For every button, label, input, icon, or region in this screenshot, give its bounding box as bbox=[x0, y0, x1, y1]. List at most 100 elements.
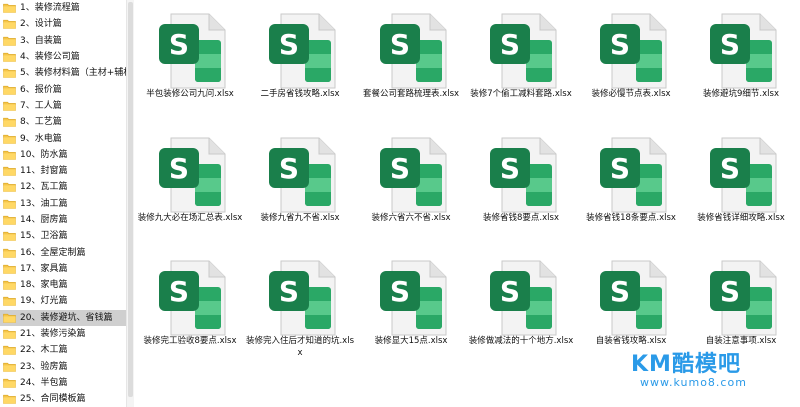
file-item[interactable]: S 装修省钱详细攻略.xlsx bbox=[685, 124, 795, 240]
folder-icon bbox=[3, 68, 16, 79]
file-item[interactable]: S 装修7个偷工减料套路.xlsx bbox=[465, 0, 575, 116]
sidebar-folder-item[interactable]: 24、半包篇 bbox=[0, 375, 126, 391]
sidebar-folder-item[interactable]: 22、木工篇 bbox=[0, 342, 126, 358]
svg-text:S: S bbox=[390, 152, 410, 185]
file-item[interactable]: S 装修避坑9细节.xlsx bbox=[685, 0, 795, 116]
file-name-label: 装修省钱详细攻略.xlsx bbox=[697, 213, 785, 223]
folder-icon bbox=[3, 134, 16, 144]
sidebar-folder-item[interactable]: 12、瓦工篇 bbox=[0, 179, 126, 195]
svg-text:S: S bbox=[500, 275, 520, 308]
file-item[interactable]: S 装修显大15点.xlsx bbox=[355, 247, 465, 363]
file-name-label: 装修避坑9细节.xlsx bbox=[703, 89, 779, 99]
svg-text:S: S bbox=[500, 28, 520, 61]
sidebar-folder-item[interactable]: 23、验房篇 bbox=[0, 359, 126, 375]
spreadsheet-file-icon: S bbox=[378, 259, 448, 337]
sidebar-folder-item[interactable]: 7、工人篇 bbox=[0, 98, 126, 114]
sidebar-folder-label: 24、半包篇 bbox=[20, 377, 68, 388]
sidebar-folder-item[interactable]: 25、合同模板篇 bbox=[0, 391, 126, 407]
svg-text:S: S bbox=[610, 28, 630, 61]
sidebar-folder-item[interactable]: 2、设计篇 bbox=[0, 16, 126, 32]
sidebar-folder-item[interactable]: 20、装修避坑、省钱篇 bbox=[0, 309, 126, 326]
folder-list: 1、装修流程篇 2、设计篇 3、自装篇 4、装修公司篇 5、装修材料篇（主材+辅材） 6、… bbox=[0, 0, 126, 407]
sidebar-folder-item[interactable]: 5、装修材料篇（主材+辅材） bbox=[0, 65, 126, 81]
folder-icon bbox=[3, 345, 16, 356]
sidebar-folder-label: 22、木工篇 bbox=[20, 345, 68, 356]
sidebar-folder-item[interactable]: 8、工艺篇 bbox=[0, 114, 126, 130]
sidebar-folder-item[interactable]: 10、防水篇 bbox=[0, 147, 126, 163]
spreadsheet-file-icon: S bbox=[598, 12, 668, 90]
file-item[interactable]: S 套餐公司套路梳理表.xlsx bbox=[355, 0, 465, 116]
spreadsheet-file-icon: S bbox=[378, 12, 448, 90]
sidebar-folder-label: 16、全屋定制篇 bbox=[20, 247, 86, 258]
sidebar-folder-label: 17、家具篇 bbox=[20, 263, 68, 274]
sidebar-folder-item[interactable]: 13、油工篇 bbox=[0, 196, 126, 212]
file-name-label: 装修省钱8要点.xlsx bbox=[483, 213, 559, 223]
sidebar-scrollbar[interactable] bbox=[127, 0, 134, 407]
folder-icon bbox=[3, 264, 16, 274]
folder-icon bbox=[3, 378, 16, 388]
file-item[interactable]: S 装修必慢节点表.xlsx bbox=[575, 0, 685, 116]
file-item[interactable]: S 装修六省六不省.xlsx bbox=[355, 124, 465, 240]
file-item[interactable]: S 装修完工验收8要点.xlsx bbox=[134, 247, 244, 363]
folder-icon bbox=[3, 117, 16, 128]
sidebar-folder-item[interactable]: 6、报价篇 bbox=[0, 81, 126, 97]
sidebar-folder-label: 9、水电篇 bbox=[20, 133, 62, 144]
sidebar-folder-item[interactable]: 14、厨房篇 bbox=[0, 212, 126, 228]
file-item[interactable]: S 装修九省九不省.xlsx bbox=[244, 124, 354, 240]
sidebar-folder-label: 2、设计篇 bbox=[20, 19, 62, 30]
folder-icon bbox=[3, 280, 16, 290]
file-name-label: 装修显大15点.xlsx bbox=[374, 336, 448, 346]
spreadsheet-file-icon: S bbox=[267, 259, 337, 337]
svg-text:S: S bbox=[169, 275, 189, 308]
sidebar-folder-label: 4、装修公司篇 bbox=[20, 52, 80, 63]
sidebar-folder-item[interactable]: 19、灯光篇 bbox=[0, 293, 126, 309]
file-item[interactable]: S 装修做减法的十个地方.xlsx bbox=[465, 247, 575, 363]
svg-text:S: S bbox=[720, 152, 740, 185]
svg-text:S: S bbox=[720, 28, 740, 61]
file-item[interactable]: S 半包装修公司九问.xlsx bbox=[134, 0, 244, 116]
spreadsheet-file-icon: S bbox=[708, 136, 778, 214]
sidebar-folder-label: 20、装修避坑、省钱篇 bbox=[20, 312, 113, 323]
folder-icon bbox=[3, 52, 16, 62]
sidebar-folder-item[interactable]: 21、装修污染篇 bbox=[0, 326, 126, 342]
sidebar-folder-label: 5、装修材料篇（主材+辅材） bbox=[20, 68, 126, 79]
sidebar-folder-label: 7、工人篇 bbox=[20, 100, 62, 111]
sidebar-folder-item[interactable]: 18、家电篇 bbox=[0, 277, 126, 293]
spreadsheet-file-icon: S bbox=[598, 136, 668, 214]
sidebar-folder-label: 12、瓦工篇 bbox=[20, 182, 68, 193]
spreadsheet-file-icon: S bbox=[488, 136, 558, 214]
file-item[interactable]: S 装修省钱18条要点.xlsx bbox=[575, 124, 685, 240]
sidebar-folder-label: 8、工艺篇 bbox=[20, 117, 62, 128]
scrollbar-thumb[interactable] bbox=[128, 2, 133, 397]
folder-icon bbox=[3, 182, 16, 193]
sidebar-folder-item[interactable]: 11、封窗篇 bbox=[0, 163, 126, 179]
sidebar-folder-label: 19、灯光篇 bbox=[20, 296, 68, 307]
sidebar-folder-item[interactable]: 15、卫浴篇 bbox=[0, 228, 126, 244]
sidebar-folder-label: 10、防水篇 bbox=[20, 149, 68, 160]
spreadsheet-file-icon: S bbox=[488, 259, 558, 337]
sidebar-folder-item[interactable]: 4、装修公司篇 bbox=[0, 49, 126, 65]
file-item[interactable]: S 二手房省钱攻略.xlsx bbox=[244, 0, 354, 116]
svg-text:S: S bbox=[169, 28, 189, 61]
file-item[interactable]: S 装修九大必在场汇总表.xlsx bbox=[134, 124, 244, 240]
spreadsheet-file-icon: S bbox=[378, 136, 448, 214]
file-name-label: 装修六省六不省.xlsx bbox=[371, 213, 451, 223]
sidebar-folder-item[interactable]: 16、全屋定制篇 bbox=[0, 244, 126, 260]
sidebar-folder-item[interactable]: 9、水电篇 bbox=[0, 130, 126, 146]
svg-text:S: S bbox=[279, 28, 299, 61]
folder-icon bbox=[3, 199, 16, 209]
sidebar-folder-item[interactable]: 3、自装篇 bbox=[0, 33, 126, 49]
spreadsheet-file-icon: S bbox=[267, 12, 337, 90]
file-name-label: 装修九大必在场汇总表.xlsx bbox=[137, 213, 243, 223]
svg-text:S: S bbox=[169, 152, 189, 185]
file-item[interactable]: S 装修完入住后才知道的坑.xlsx bbox=[244, 247, 354, 363]
folder-icon bbox=[3, 101, 16, 111]
sidebar-folder-item[interactable]: 17、家具篇 bbox=[0, 261, 126, 277]
file-item[interactable]: S 装修省钱8要点.xlsx bbox=[465, 124, 575, 240]
spreadsheet-file-icon: S bbox=[708, 12, 778, 90]
spreadsheet-file-icon: S bbox=[157, 136, 227, 214]
folder-icon bbox=[3, 150, 16, 160]
folder-icon bbox=[3, 215, 16, 225]
sidebar-folder-item[interactable]: 1、装修流程篇 bbox=[0, 0, 126, 16]
file-name-label: 二手房省钱攻略.xlsx bbox=[260, 89, 340, 99]
